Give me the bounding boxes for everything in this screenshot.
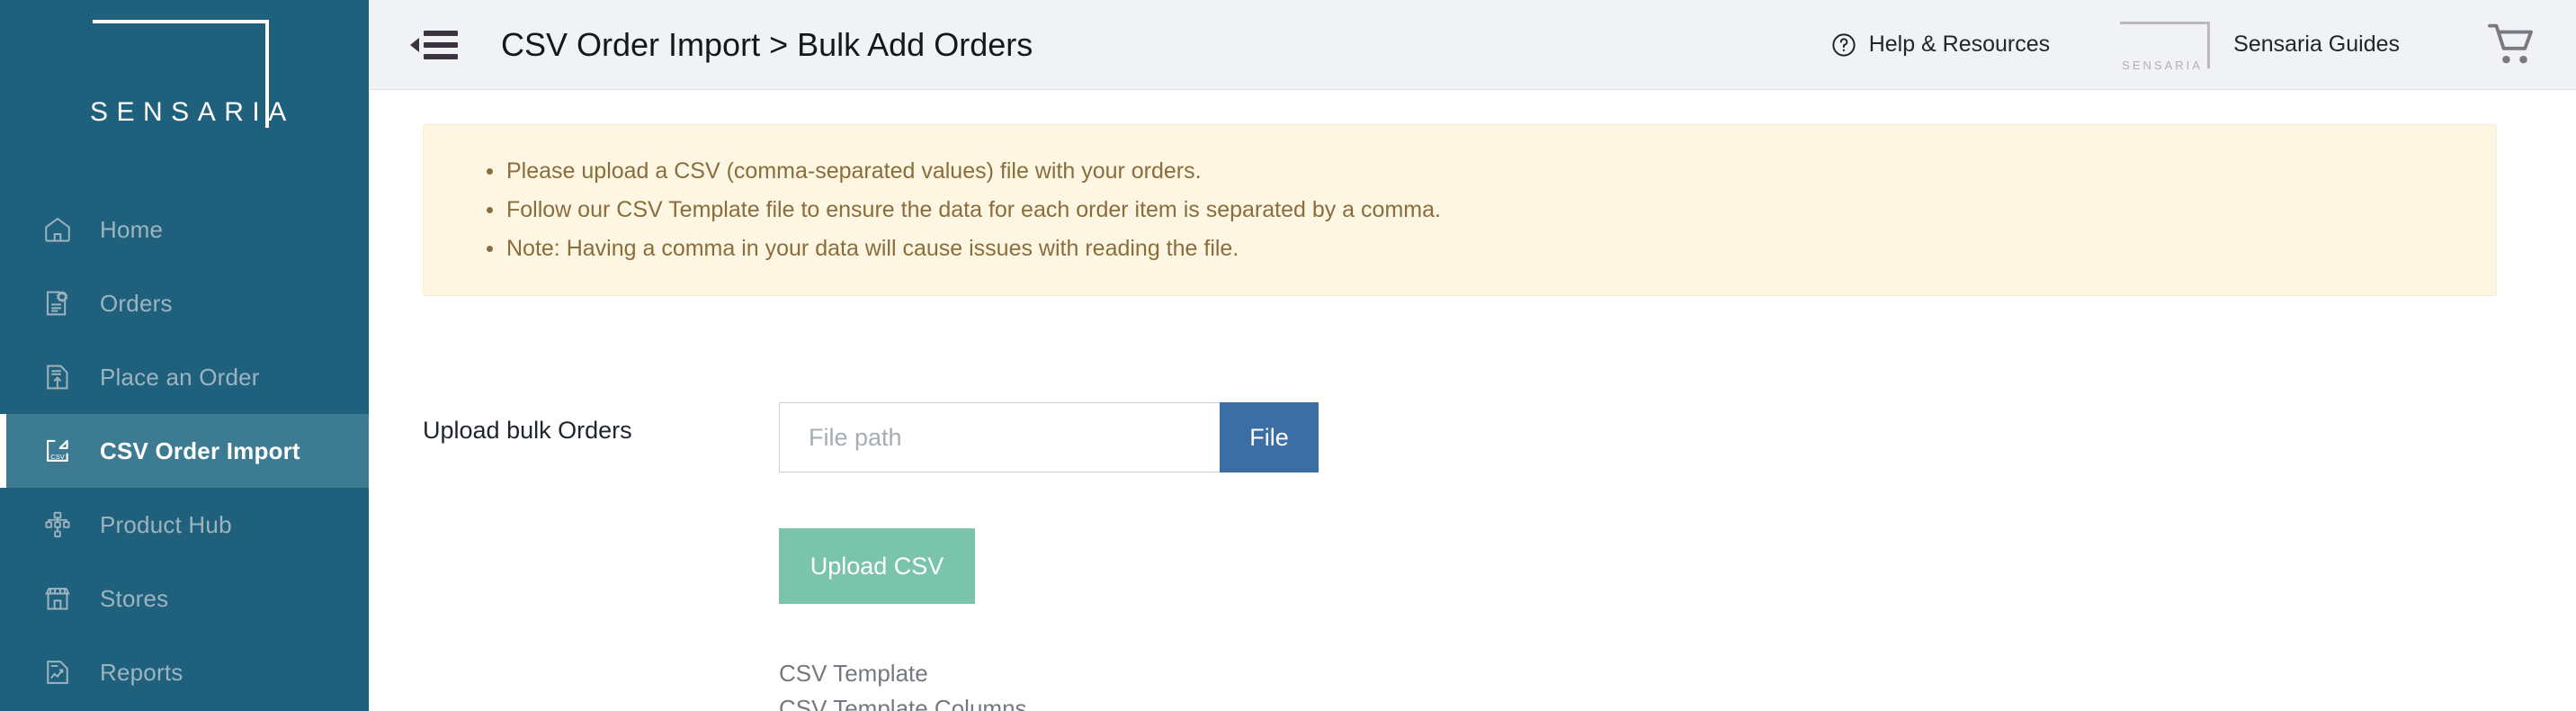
question-circle-icon bbox=[1830, 32, 1857, 58]
storefront-icon bbox=[42, 583, 73, 614]
sidebar-item-label: Place an Order bbox=[100, 363, 260, 391]
help-and-resources-link[interactable]: Help & Resources bbox=[1830, 32, 2050, 58]
instruction-item: Follow our CSV Template file to ensure t… bbox=[487, 191, 2496, 230]
sidebar-item-label: Product Hub bbox=[100, 510, 232, 538]
upload-csv-button[interactable]: Upload CSV bbox=[779, 528, 975, 604]
sidebar-nav: Home Orders Place an Order CSV CSV Order… bbox=[0, 193, 369, 709]
sidebar-item-label: Reports bbox=[100, 658, 183, 686]
instructions-list: Please upload a CSV (comma-separated val… bbox=[424, 152, 2496, 268]
page-title: CSV Order Import > Bulk Add Orders bbox=[501, 25, 1033, 63]
csv-template-link[interactable]: CSV Template bbox=[779, 660, 928, 688]
mini-logo-wordmark: SENSARIA bbox=[2122, 58, 2203, 72]
csv-import-icon: CSV bbox=[42, 436, 73, 466]
sidebar-item-orders[interactable]: Orders bbox=[0, 266, 369, 340]
hamburger-bars-icon bbox=[424, 30, 458, 59]
hierarchy-icon bbox=[42, 509, 73, 540]
document-upload-icon bbox=[42, 362, 73, 392]
sidebar-item-label: Home bbox=[100, 215, 164, 243]
brand-logo[interactable]: SENSARIA bbox=[0, 0, 369, 180]
shopping-cart-icon[interactable] bbox=[2486, 22, 2538, 68]
report-chart-icon bbox=[42, 657, 73, 688]
topbar-actions: Help & Resources SENSARIA Sensaria Guide… bbox=[1830, 18, 2538, 72]
upload-controls: File Upload CSV CSV Template CSV Templat… bbox=[779, 402, 1319, 711]
instructions-notice: Please upload a CSV (comma-separated val… bbox=[423, 124, 2497, 296]
sidebar-item-place-an-order[interactable]: Place an Order bbox=[0, 340, 369, 414]
topbar: CSV Order Import > Bulk Add Orders Help … bbox=[369, 0, 2576, 90]
sidebar-item-label: CSV Order Import bbox=[100, 436, 300, 464]
collapse-menu-icon[interactable] bbox=[405, 25, 463, 65]
sensaria-guides-link[interactable]: SENSARIA Sensaria Guides bbox=[2120, 18, 2400, 72]
sidebar-item-label: Stores bbox=[100, 584, 169, 612]
instruction-item: Note: Having a comma in your data will c… bbox=[487, 230, 2496, 268]
main-area: CSV Order Import > Bulk Add Orders Help … bbox=[369, 0, 2576, 711]
sidebar-item-home[interactable]: Home bbox=[0, 193, 369, 266]
home-icon bbox=[42, 214, 73, 245]
sidebar-item-product-hub[interactable]: Product Hub bbox=[0, 488, 369, 562]
sidebar-item-label: Orders bbox=[100, 289, 173, 317]
content-area: Please upload a CSV (comma-separated val… bbox=[369, 90, 2576, 711]
csv-template-columns-link[interactable]: CSV Template Columns bbox=[779, 695, 1027, 711]
template-links: CSV Template CSV Template Columns bbox=[779, 660, 1319, 711]
svg-text:CSV: CSV bbox=[50, 453, 64, 461]
upload-bulk-orders-label: Upload bulk Orders bbox=[423, 417, 632, 444]
file-picker-group: File bbox=[779, 402, 1319, 472]
app-root: SENSARIA Home Orders Place an Order CSV … bbox=[0, 0, 2576, 711]
instruction-item: Please upload a CSV (comma-separated val… bbox=[487, 152, 2496, 191]
order-document-icon bbox=[42, 288, 73, 319]
sidebar-item-csv-order-import[interactable]: CSV CSV Order Import bbox=[0, 414, 369, 488]
sidebar-item-stores[interactable]: Stores bbox=[0, 562, 369, 635]
caret-left-icon bbox=[410, 37, 419, 52]
sensaria-mini-logo: SENSARIA bbox=[2120, 18, 2214, 72]
sidebar-item-reports[interactable]: Reports bbox=[0, 635, 369, 709]
sidebar: SENSARIA Home Orders Place an Order CSV … bbox=[0, 0, 369, 711]
sensaria-guides-label: Sensaria Guides bbox=[2233, 32, 2400, 57]
help-and-resources-label: Help & Resources bbox=[1868, 32, 2051, 57]
logo-wordmark: SENSARIA bbox=[90, 97, 295, 127]
file-browse-button[interactable]: File bbox=[1220, 402, 1319, 472]
upload-section: Upload bulk Orders File Upload CSV CSV T… bbox=[405, 402, 2540, 711]
file-path-input[interactable] bbox=[779, 402, 1220, 472]
